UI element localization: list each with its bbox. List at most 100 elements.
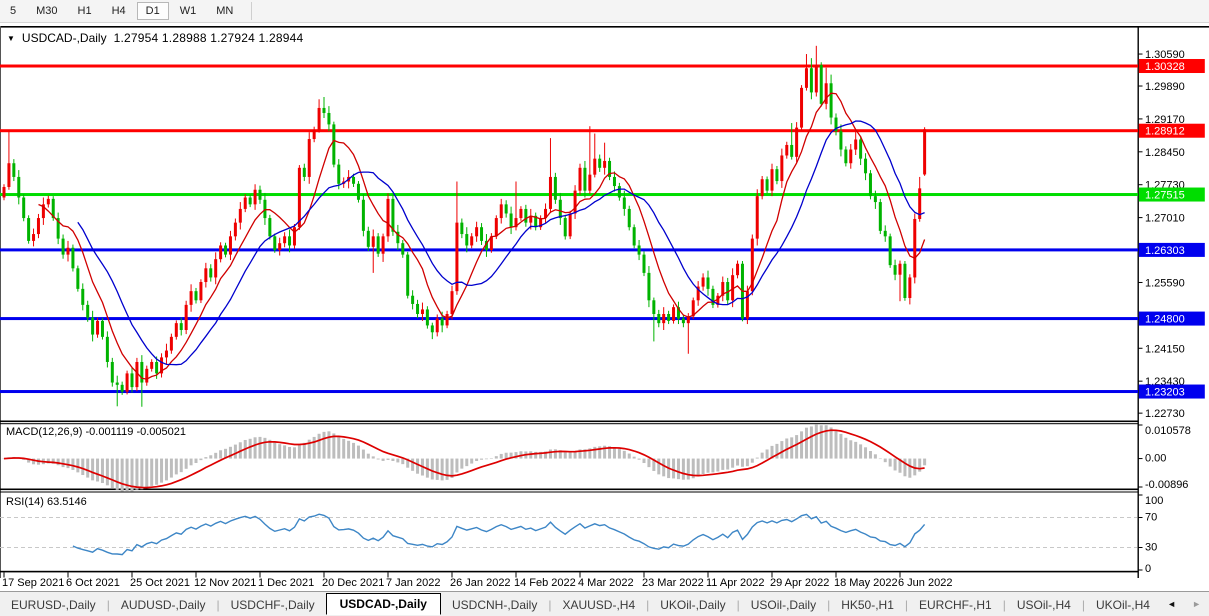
chart-tab-ukoil-daily[interactable]: UKOil-,Daily [649,595,736,615]
chart-tab-audusd-daily[interactable]: AUDUSD-,Daily [110,595,217,615]
macd-histogram-bar [766,449,769,458]
candle [667,314,670,321]
macd-histogram-bar [564,452,567,458]
chart-canvas[interactable]: 1.305901.298901.291701.284501.277301.270… [0,0,1209,616]
date-tick-label: 6 Jun 2022 [898,577,952,589]
candle [874,196,877,202]
candle [22,198,25,219]
chart-tab-eurusd-daily[interactable]: EURUSD-,Daily [0,595,107,615]
candle [303,168,306,177]
candle [775,169,778,181]
candle [707,277,710,288]
price-axis[interactable]: 1.305901.298901.291701.284501.277301.270… [1138,49,1205,420]
candle [145,369,148,383]
macd-histogram-bar [273,442,276,458]
macd-histogram-bar [101,459,104,483]
macd-histogram-bar [844,438,847,459]
macd-axis-label: -0.00896 [1145,479,1188,491]
macd-histogram-bar [903,459,906,477]
chart-tab-ukoil-h4[interactable]: UKOil-,H4 [1085,595,1161,615]
candle [308,139,311,177]
tab-scroll-arrows: ◄ ► [1167,598,1201,610]
candle [219,245,222,259]
candle [377,236,380,253]
macd-histogram-bar [839,434,842,459]
rsi-axis-label: 0 [1145,563,1151,575]
candle [367,231,370,247]
candle [155,362,158,373]
macd-histogram-bar [869,451,872,459]
macd-histogram-bar [835,430,838,458]
candle [268,218,271,236]
level-line-1.30328[interactable] [0,65,1138,68]
candle [426,309,429,325]
macd-histogram-bar [396,459,399,463]
chart-symbol-label: USDCAD-,Daily [22,31,107,45]
rsi-line [73,514,925,554]
macd-histogram-bar [775,444,778,459]
candle [603,161,606,168]
candle [574,191,577,214]
date-tick-label: 1 Dec 2021 [258,577,314,589]
level-line-1.27515[interactable] [0,193,1138,196]
candle [766,179,769,190]
macd-histogram-bar [382,459,385,461]
macd-histogram-bar [716,459,719,472]
macd-histogram-bar [416,459,419,474]
candle [790,145,793,157]
candle [682,319,685,324]
chart-tab-hk50-h1[interactable]: HK50-,H1 [830,595,905,615]
candle [372,236,375,247]
macd-histogram-bar [569,452,572,458]
candle [736,264,739,275]
macd-histogram-bar [327,431,330,458]
macd-histogram-bar [362,450,365,459]
macd-histogram-bar [859,444,862,458]
candle [391,199,394,232]
macd-histogram-bar [81,459,84,475]
macd-histogram-bar [57,459,60,466]
macd-histogram-bar [756,458,759,459]
macd-histogram-bar [815,424,818,458]
macd-histogram-bar [455,459,458,473]
chart-tab-usoil-daily[interactable]: USOil-,Daily [740,595,827,615]
candle [278,243,281,250]
macd-histogram-bar [736,459,739,466]
date-tick-label: 12 Nov 2021 [194,577,256,589]
candle [67,248,70,255]
chart-tab-usdcad-daily[interactable]: USDCAD-,Daily [326,593,441,615]
candle [421,309,424,314]
chart-tab-xauusd-h4[interactable]: XAUUSD-,H4 [551,595,646,615]
rsi-value: 63.5146 [47,496,87,508]
candle [150,362,153,369]
level-line-1.26303[interactable] [0,248,1138,251]
macd-histogram-bar [633,457,636,459]
macd-histogram-bar [313,437,316,459]
time-axis[interactable]: 17 Sep 20216 Oct 202125 Oct 202112 Nov 2… [2,572,952,589]
level-line-1.28912[interactable] [0,129,1138,132]
level-line-1.23203[interactable] [0,390,1138,393]
level-line-1.24800[interactable] [0,317,1138,320]
chart-tab-usdchf-daily[interactable]: USDCHF-,Daily [220,595,326,615]
macd-histogram-bar [283,445,286,458]
candle [17,177,20,198]
macd-histogram-bar [219,450,222,458]
chart-tab-usdcnh-daily[interactable]: USDCNH-,Daily [441,595,548,615]
macd-histogram-bar [121,459,124,492]
macd-histogram-bar [500,454,503,459]
candle [815,65,818,92]
macd-histogram-bar [436,459,439,480]
macd-histogram-bar [293,447,296,458]
tab-scroll-left-icon[interactable]: ◄ [1167,598,1176,610]
chart-ohlc-values: 1.27954 1.28988 1.27924 1.28944 [114,31,304,45]
macd-histogram-bar [618,449,621,459]
candle [864,159,867,174]
tab-scroll-right-icon[interactable]: ► [1192,598,1201,610]
symbol-dropdown-icon[interactable]: ▼ [7,34,15,43]
candle [613,177,616,186]
chart-tab-eurchf-h1[interactable]: EURCHF-,H1 [908,595,1003,615]
chart-tab-usoil-h4[interactable]: USOil-,H4 [1006,595,1082,615]
macd-histogram-bar [643,459,646,463]
macd-histogram-bar [761,453,764,459]
candle [96,321,99,335]
